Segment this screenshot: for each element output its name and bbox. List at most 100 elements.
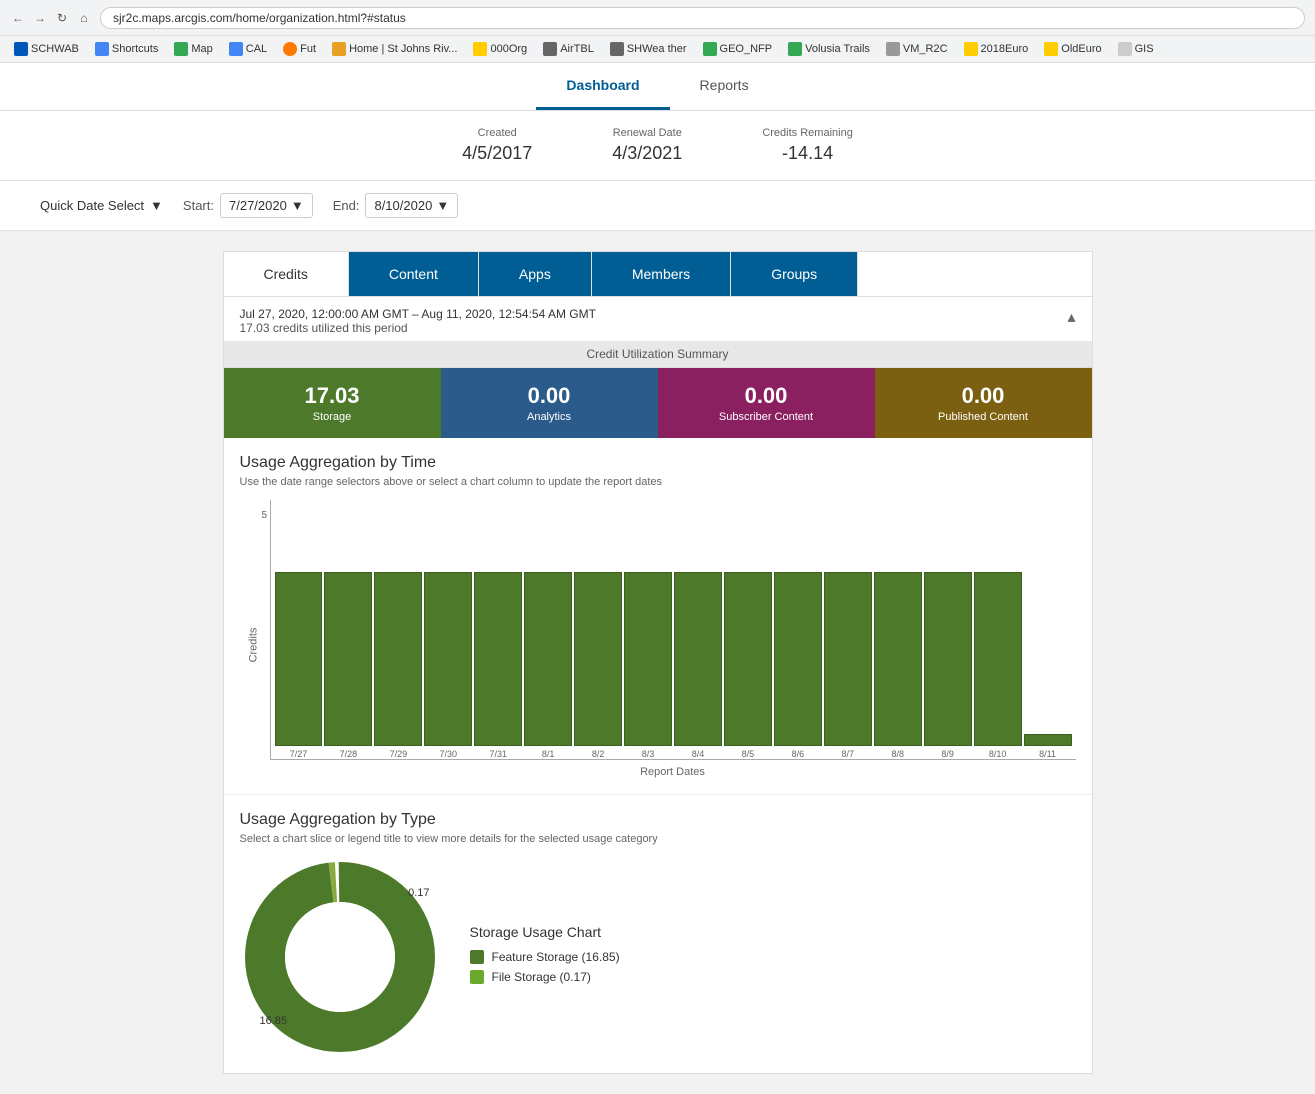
bookmark-airtbl[interactable]: AirTBL [537, 40, 600, 58]
bar-col[interactable]: 7/27 [275, 510, 323, 759]
bookmark-volusia[interactable]: Volusia Trails [782, 40, 876, 58]
bar-col[interactable]: 8/5 [724, 510, 772, 759]
tile-published: 0.00 Published Content [875, 368, 1092, 438]
bar-col[interactable]: 8/10 [974, 510, 1022, 759]
donut-chart-title: Usage Aggregation by Type [240, 811, 1076, 829]
bookmark-2018euro[interactable]: 2018Euro [958, 40, 1035, 58]
airtbl-icon [543, 42, 557, 56]
bookmark-home-stjohns[interactable]: Home | St Johns Riv... [326, 40, 463, 58]
bar-col[interactable]: 7/30 [424, 510, 472, 759]
donut-container: 0.17 16.85 Storage Usage Chart Feature S… [240, 857, 1076, 1057]
home-button[interactable]: ⌂ [76, 10, 92, 26]
quick-date-select[interactable]: Quick Date Select ▼ [40, 198, 163, 213]
bookmark-vmr2c[interactable]: VM_R2C [880, 40, 954, 58]
y-tick-5: 5 [262, 510, 268, 521]
address-bar[interactable]: sjr2c.maps.arcgis.com/home/organization.… [100, 7, 1305, 29]
bookmark-cal[interactable]: CAL [223, 40, 273, 58]
geonf-icon [703, 42, 717, 56]
browser-controls: ← → ↻ ⌂ [10, 10, 92, 26]
tab-content[interactable]: Content [349, 252, 479, 296]
bar-date: 8/4 [692, 749, 705, 759]
bar [624, 572, 672, 746]
bar-col[interactable]: 8/3 [624, 510, 672, 759]
bookmark-fut[interactable]: Fut [277, 40, 322, 58]
summary-header: Credit Utilization Summary [224, 341, 1092, 368]
donut-chart-wrapper: 0.17 16.85 [240, 857, 440, 1057]
shweather-icon [610, 42, 624, 56]
bookmark-oldeuro[interactable]: OldEuro [1038, 40, 1107, 58]
bookmark-shweather[interactable]: SHWea ther [604, 40, 693, 58]
bar-col[interactable]: 8/6 [774, 510, 822, 759]
000org-icon [473, 42, 487, 56]
bar [724, 572, 772, 746]
bar-chart: 7/277/287/297/307/318/18/28/38/48/58/68/… [270, 500, 1076, 760]
bar [774, 572, 822, 746]
bar-date: 8/5 [742, 749, 755, 759]
bar-col[interactable]: 7/28 [324, 510, 372, 759]
start-date-dropdown-icon: ▼ [291, 198, 304, 213]
cal-icon [229, 42, 243, 56]
end-date-field: End: 8/10/2020 ▼ [333, 193, 458, 218]
bookmark-000org[interactable]: 000Org [467, 40, 533, 58]
tab-bar: Credits Content Apps Members Groups [224, 252, 1092, 297]
legend-dot-feature [470, 950, 484, 964]
main-nav: Dashboard Reports [0, 63, 1315, 111]
bar-date: 8/8 [891, 749, 904, 759]
bar-col[interactable]: 8/2 [574, 510, 622, 759]
vmr2c-icon [886, 42, 900, 56]
bookmark-schwab[interactable]: SCHWAB [8, 40, 85, 58]
bar-date: 7/30 [440, 749, 458, 759]
credits-remaining-info: Credits Remaining -14.14 [762, 127, 852, 164]
bar-col[interactable]: 7/31 [474, 510, 522, 759]
donut-chart-section: Usage Aggregation by Type Select a chart… [224, 794, 1092, 1073]
bar-col[interactable]: 8/9 [924, 510, 972, 759]
tab-groups[interactable]: Groups [731, 252, 858, 296]
map-icon [174, 42, 188, 56]
bar [974, 572, 1022, 746]
start-date-input[interactable]: 7/27/2020 ▼ [220, 193, 313, 218]
fut-icon [283, 42, 297, 56]
bar-date: 7/28 [340, 749, 358, 759]
tab-reports[interactable]: Reports [670, 63, 779, 110]
bar [275, 572, 323, 746]
bar [324, 572, 372, 746]
bookmark-gis[interactable]: GIS [1112, 40, 1160, 58]
bookmark-shortcuts[interactable]: Shortcuts [89, 40, 164, 58]
tile-analytics: 0.00 Analytics [441, 368, 658, 438]
bar [674, 572, 722, 746]
y-axis-label: Credits [247, 628, 259, 663]
bar-col[interactable]: 8/4 [674, 510, 722, 759]
donut-label-1685: 16.85 [260, 1015, 288, 1027]
bar [874, 572, 922, 746]
gis-icon [1118, 42, 1132, 56]
chart-legend: Storage Usage Chart Feature Storage (16.… [470, 924, 1076, 990]
volusia-icon [788, 42, 802, 56]
bar-chart-title: Usage Aggregation by Time [240, 454, 1076, 472]
end-date-input[interactable]: 8/10/2020 ▼ [365, 193, 458, 218]
bar-col[interactable]: 8/8 [874, 510, 922, 759]
reload-button[interactable]: ↻ [54, 10, 70, 26]
forward-button[interactable]: → [32, 10, 48, 26]
bar-col[interactable]: 8/7 [824, 510, 872, 759]
bar-date: 8/10 [989, 749, 1007, 759]
tab-apps[interactable]: Apps [479, 252, 592, 296]
bar-chart-section: Usage Aggregation by Time Use the date r… [224, 438, 1092, 794]
bar [474, 572, 522, 746]
bar-col[interactable]: 8/1 [524, 510, 572, 759]
legend-feature-storage: Feature Storage (16.85) [470, 950, 1076, 964]
legend-file-storage: File Storage (0.17) [470, 970, 1076, 984]
tab-credits[interactable]: Credits [224, 252, 349, 296]
shortcuts-icon [95, 42, 109, 56]
bookmark-map[interactable]: Map [168, 40, 218, 58]
bar-col[interactable]: 8/11 [1024, 510, 1072, 759]
info-bar: Created 4/5/2017 Renewal Date 4/3/2021 C… [0, 111, 1315, 181]
tab-dashboard[interactable]: Dashboard [536, 63, 669, 110]
tab-members[interactable]: Members [592, 252, 731, 296]
browser-bar: ← → ↻ ⌂ sjr2c.maps.arcgis.com/home/organ… [0, 0, 1315, 36]
download-icon[interactable]: ▴ [1067, 307, 1075, 327]
bar-col[interactable]: 7/29 [374, 510, 422, 759]
bookmarks-bar: SCHWAB Shortcuts Map CAL Fut Home | St J… [0, 36, 1315, 63]
end-date-dropdown-icon: ▼ [436, 198, 449, 213]
bookmark-geonf[interactable]: GEO_NFP [697, 40, 779, 58]
back-button[interactable]: ← [10, 10, 26, 26]
